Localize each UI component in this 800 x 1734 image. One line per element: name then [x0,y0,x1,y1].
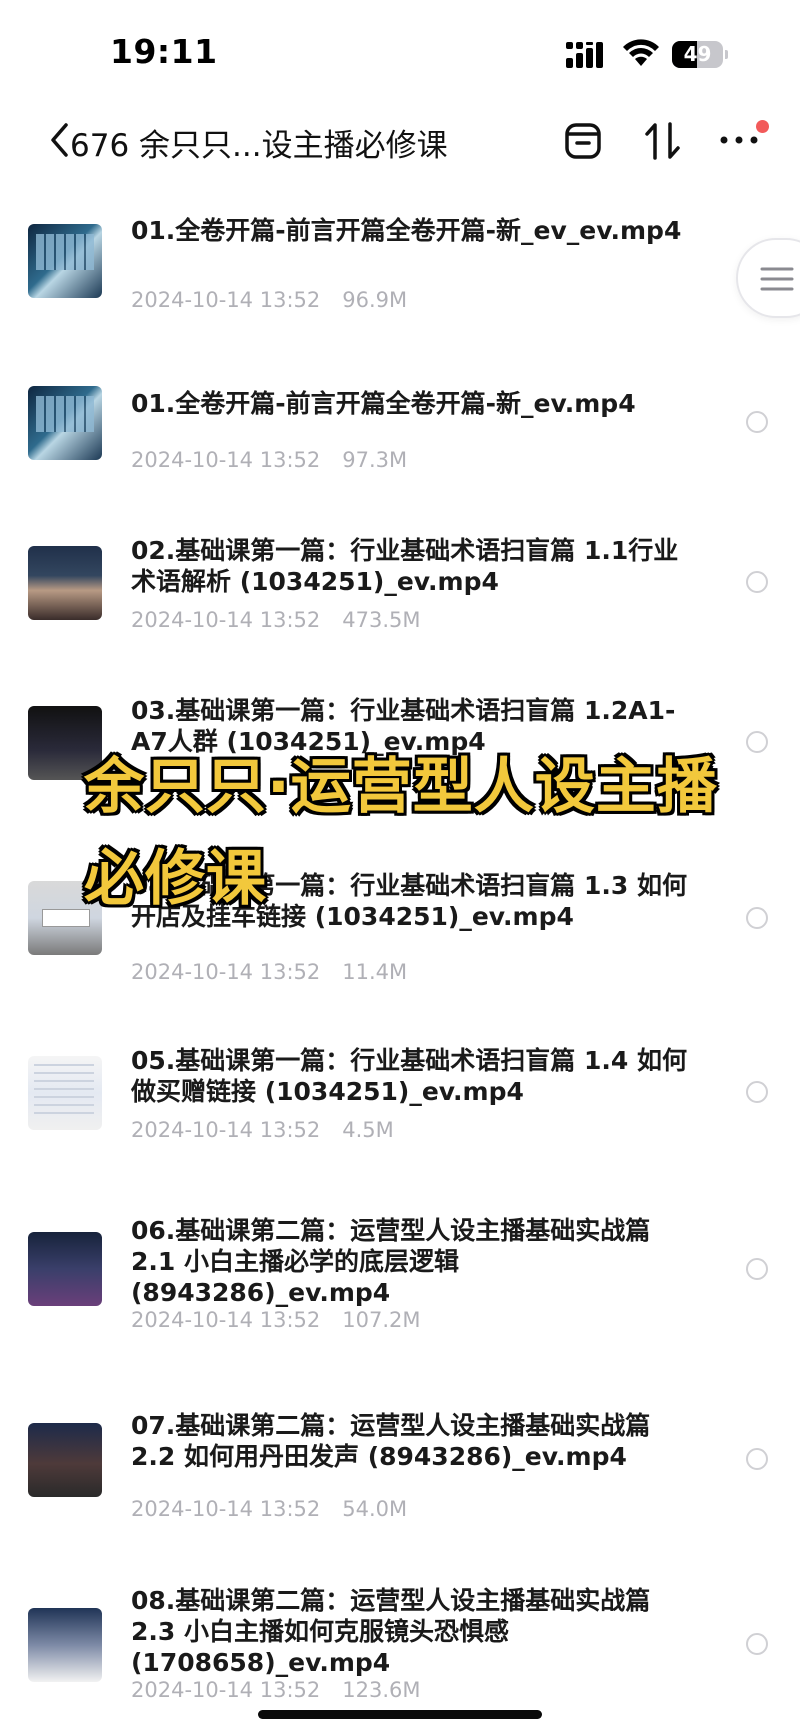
select-radio[interactable] [746,411,768,433]
signal-icon [566,42,603,68]
file-meta: 2024-10-14 13:52 97.3M [131,448,407,472]
file-date: 2024-10-14 13:52 [131,448,321,472]
select-radio[interactable] [746,907,768,929]
video-thumbnail [28,224,102,298]
file-size: 107.2M [342,1308,421,1332]
file-date: 2024-10-14 13:52 [131,960,321,984]
file-name: 06.基础课第二篇：运营型人设主播基础实战篇 2.1 小白主播必学的底层逻辑 (… [131,1216,651,1307]
video-thumbnail [28,1056,102,1130]
select-radio[interactable] [746,1081,768,1103]
file-size: 4.5M [342,1118,394,1142]
side-drawer-handle[interactable] [736,238,800,318]
file-date: 2024-10-14 13:52 [131,1497,321,1521]
nav-header: 676 余只只...设主播必修课 [0,100,800,180]
select-radio[interactable] [746,1258,768,1280]
file-name: 01.全卷开篇-前言开篇全卷开篇-新_ev_ev.mp4 [131,216,682,245]
file-name: 01.全卷开篇-前言开篇全卷开篇-新_ev.mp4 [131,389,636,418]
select-radio[interactable] [746,1633,768,1655]
video-thumbnail [28,1232,102,1306]
file-date: 2024-10-14 13:52 [131,608,321,632]
file-name: 08.基础课第二篇：运营型人设主播基础实战篇 2.3 小白主播如何克服镜头恐惧感… [131,1586,651,1677]
file-name: 05.基础课第一篇：行业基础术语扫盲篇 1.4 如何做买赠链接 (1034251… [131,1046,687,1106]
file-date: 2024-10-14 13:52 [131,1308,321,1332]
back-icon[interactable] [48,122,70,158]
archive-icon[interactable] [563,121,603,161]
file-meta: 2024-10-14 13:52 96.9M [131,288,407,312]
file-size: 473.5M [342,608,421,632]
file-date: 2024-10-14 13:52 [131,1678,321,1702]
file-meta: 2024-10-14 13:52 123.6M [131,1678,421,1702]
page-title: 676 余只只...设主播必修课 [70,128,448,164]
file-meta: 2024-10-14 13:52 11.4M [131,960,407,984]
file-meta: 2024-10-14 13:52 473.5M [131,608,421,632]
file-name: 07.基础课第二篇：运营型人设主播基础实战篇 2.2 如何用丹田发声 (8943… [131,1411,651,1471]
select-radio[interactable] [746,571,768,593]
select-radio[interactable] [746,731,768,753]
video-thumbnail [28,1423,102,1497]
file-size: 97.3M [342,448,408,472]
file-size: 11.4M [342,960,408,984]
select-radio[interactable] [746,1448,768,1470]
status-time: 19:11 [110,32,218,71]
file-size: 54.0M [342,1497,408,1521]
file-date: 2024-10-14 13:52 [131,288,321,312]
menu-lines-icon [760,267,794,291]
overlay-caption-line2: 必修课 [84,844,267,914]
video-thumbnail [28,1608,102,1682]
home-indicator[interactable] [258,1710,542,1719]
video-thumbnail [28,546,102,620]
status-bar: 19:11 49 [0,0,800,100]
file-size: 123.6M [342,1678,421,1702]
battery-percentage: 49 [683,42,712,66]
sort-icon[interactable] [643,120,683,162]
file-date: 2024-10-14 13:52 [131,1118,321,1142]
notification-dot [756,120,769,133]
file-meta: 2024-10-14 13:52 54.0M [131,1497,407,1521]
file-meta: 2024-10-14 13:52 107.2M [131,1308,421,1332]
battery-icon: 49 [672,41,728,68]
video-thumbnail [28,386,102,460]
wifi-icon [623,39,659,66]
file-size: 96.9M [342,288,408,312]
file-name: 02.基础课第一篇：行业基础术语扫盲篇 1.1行业术语解析 (1034251)_… [131,536,679,596]
file-meta: 2024-10-14 13:52 4.5M [131,1118,394,1142]
overlay-caption-line1: 余只只·运营型人设主播 [84,752,718,822]
more-icon[interactable] [718,130,760,150]
